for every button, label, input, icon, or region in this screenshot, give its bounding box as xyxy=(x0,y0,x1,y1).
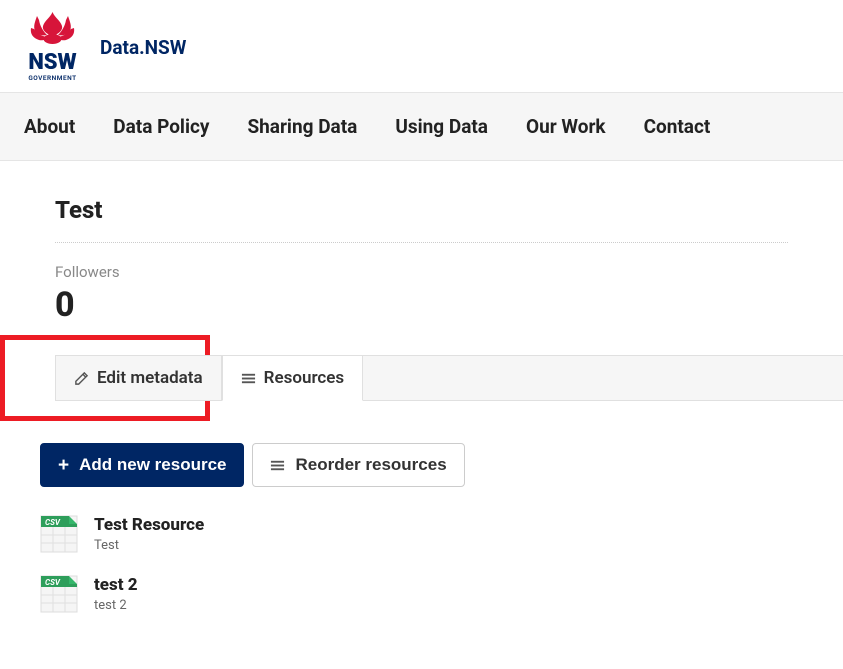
nav-about[interactable]: About xyxy=(5,93,94,160)
reorder-resources-button[interactable]: Reorder resources xyxy=(252,443,464,487)
tab-edit-metadata-label: Edit metadata xyxy=(97,368,203,388)
resource-list: CSV Test Resource Test CSV xyxy=(40,515,788,613)
dataset-title: Test xyxy=(55,196,788,243)
site-header: NSW GOVERNMENT Data.NSW xyxy=(0,0,843,92)
tab-resources[interactable]: Resources xyxy=(222,355,364,401)
reorder-resources-label: Reorder resources xyxy=(295,455,446,475)
resource-description: Test xyxy=(94,538,204,553)
site-title[interactable]: Data.NSW xyxy=(100,34,186,59)
nav-contact[interactable]: Contact xyxy=(625,93,730,160)
followers-label: Followers xyxy=(55,263,788,281)
resource-name: Test Resource xyxy=(94,515,204,535)
add-new-resource-label: Add new resource xyxy=(79,455,226,475)
primary-nav: About Data Policy Sharing Data Using Dat… xyxy=(0,92,843,161)
waratah-icon xyxy=(25,10,80,50)
nav-data-policy[interactable]: Data Policy xyxy=(94,93,228,160)
reorder-icon xyxy=(270,458,285,473)
main-content: Test Followers 0 Edit metadata xyxy=(0,161,843,655)
resource-description: test 2 xyxy=(94,598,138,613)
nav-our-work[interactable]: Our Work xyxy=(507,93,625,160)
followers-count: 0 xyxy=(55,285,788,325)
csv-file-icon: CSV xyxy=(40,575,78,613)
edit-icon xyxy=(74,371,89,386)
resource-actions: + Add new resource Reorder resources xyxy=(40,443,788,487)
tab-edit-metadata[interactable]: Edit metadata xyxy=(55,355,222,401)
resource-item[interactable]: CSV Test Resource Test xyxy=(40,515,788,553)
csv-file-icon: CSV xyxy=(40,515,78,553)
resource-item[interactable]: CSV test 2 test 2 xyxy=(40,575,788,613)
add-new-resource-button[interactable]: + Add new resource xyxy=(40,443,244,487)
tab-resources-label: Resources xyxy=(264,368,345,388)
nsw-gov-logo[interactable]: NSW GOVERNMENT xyxy=(25,10,80,82)
tabs-filler xyxy=(363,355,843,401)
svg-text:CSV: CSV xyxy=(45,518,61,527)
logo-government-text: GOVERNMENT xyxy=(25,74,80,82)
svg-text:CSV: CSV xyxy=(45,578,61,587)
list-icon xyxy=(241,371,256,386)
resource-name: test 2 xyxy=(94,575,138,595)
plus-icon: + xyxy=(58,456,69,475)
nav-using-data[interactable]: Using Data xyxy=(376,93,507,160)
tabs-container: Edit metadata Resources xyxy=(0,355,843,401)
nav-sharing-data[interactable]: Sharing Data xyxy=(228,93,376,160)
logo-nsw-text: NSW xyxy=(25,52,80,74)
